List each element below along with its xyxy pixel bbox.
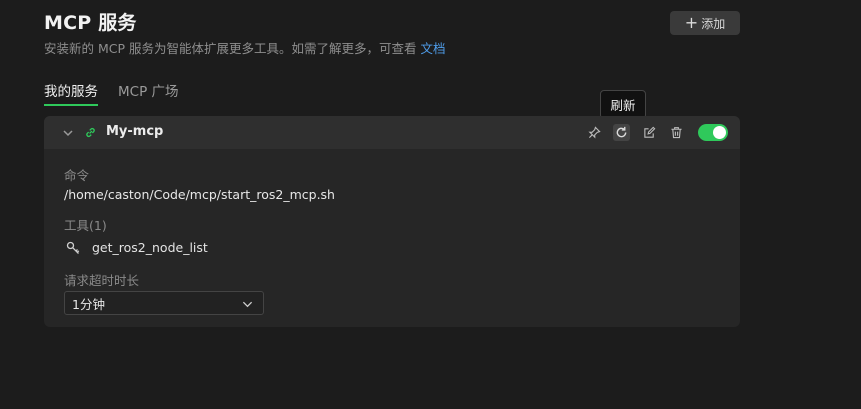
- command-value: /home/caston/Code/mcp/start_ros2_mcp.sh: [64, 187, 335, 202]
- page-title: MCP 服务: [44, 12, 137, 34]
- command-label: 命令: [64, 168, 90, 183]
- server-enabled-toggle[interactable]: [698, 124, 728, 141]
- tab-bar: 我的服务 MCP 广场: [44, 80, 199, 106]
- plus-icon: +: [684, 13, 699, 32]
- chevron-down-icon[interactable]: [62, 127, 74, 139]
- refresh-tooltip: 刷新: [600, 90, 646, 119]
- mcp-server-card: My-mcp 命令 /home/caston/Code/mcp/start_ro…: [44, 116, 740, 327]
- mcp-services-page: MCP 服务 安装新的 MCP 服务为智能体扩展更多工具。如需了解更多，可查看文…: [0, 0, 861, 409]
- tool-item: get_ros2_node_list: [66, 240, 208, 255]
- tab-mcp-marketplace[interactable]: MCP 广场: [118, 80, 179, 106]
- chevron-down-icon: [242, 301, 253, 308]
- timeout-select[interactable]: 1分钟: [64, 291, 264, 315]
- edit-icon[interactable]: [641, 124, 658, 141]
- toggle-knob: [713, 126, 726, 139]
- tab-my-services[interactable]: 我的服务: [44, 80, 98, 106]
- add-button-label: 添加: [701, 16, 726, 31]
- timeout-label: 请求超时时长: [64, 273, 140, 288]
- delete-icon[interactable]: [668, 124, 685, 141]
- link-icon: [86, 127, 95, 138]
- page-subtitle: 安装新的 MCP 服务为智能体扩展更多工具。如需了解更多，可查看 文档: [44, 38, 446, 57]
- tool-name: get_ros2_node_list: [92, 240, 208, 255]
- refresh-icon[interactable]: [613, 124, 630, 141]
- server-card-header: My-mcp: [44, 116, 740, 149]
- add-button[interactable]: + 添加: [670, 11, 740, 35]
- key-icon: [66, 241, 80, 254]
- pin-icon[interactable]: [586, 124, 603, 141]
- subtitle-text: 安装新的 MCP 服务为智能体扩展更多工具。如需了解更多，可查看: [44, 41, 417, 56]
- timeout-selected-value: 1分钟: [72, 296, 105, 312]
- docs-link[interactable]: 文档: [421, 41, 446, 56]
- server-name: My-mcp: [106, 124, 164, 139]
- tools-label: 工具(1): [64, 218, 107, 233]
